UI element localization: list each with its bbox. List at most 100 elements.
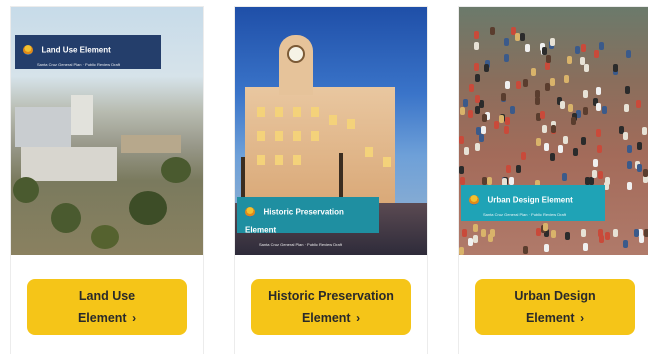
crowd-figure-shape <box>535 90 540 98</box>
crowd-figure-shape <box>505 81 510 89</box>
cover-title-banner: Urban Design Element Santa Cruz General … <box>461 185 605 221</box>
crowd-figure-shape <box>535 97 540 105</box>
crowd-figure-shape <box>474 63 479 71</box>
crowd-figure-shape <box>506 165 511 173</box>
cover-subtitle: Santa Cruz General Plan · Public Review … <box>37 62 120 67</box>
crowd-figure-shape <box>625 86 630 94</box>
crowd-figure-shape <box>473 224 478 232</box>
historic-preservation-cover-image[interactable]: Historic Preservation Element Santa Cruz… <box>235 7 427 255</box>
crowd-figure-shape <box>563 136 568 144</box>
urban-design-card: Urban Design Element Santa Cruz General … <box>458 6 648 354</box>
window-shape <box>293 131 301 141</box>
crowd-figure-shape <box>639 235 644 243</box>
crowd-figure-shape <box>580 57 585 65</box>
land-use-cover-image[interactable]: Land Use Element Santa Cruz General Plan… <box>11 7 203 255</box>
urban-design-element-button[interactable]: Urban Design Element › <box>475 279 635 335</box>
button-label-line2: Element › <box>78 307 136 329</box>
crowd-figure-shape <box>637 142 642 150</box>
window-shape <box>275 155 283 165</box>
crowd-figure-shape <box>627 182 632 190</box>
crowd-figure-shape <box>596 103 601 111</box>
crowd-figure-shape <box>462 229 467 237</box>
crowd-figure-shape <box>523 79 528 87</box>
crowd-figure-shape <box>605 232 610 240</box>
crowd-figure-shape <box>581 44 586 52</box>
building-shape <box>121 135 181 153</box>
clock-tower-shape <box>279 35 313 95</box>
crowd-figure-shape <box>627 145 632 153</box>
crowd-figure-shape <box>482 114 487 122</box>
crowd-figure-shape <box>479 134 484 142</box>
crowd-figure-shape <box>594 50 599 58</box>
crowd-figure-shape <box>504 38 509 46</box>
crowd-figure-shape <box>504 126 509 134</box>
window-shape <box>311 131 319 141</box>
window-shape <box>293 155 301 165</box>
window-shape <box>257 131 265 141</box>
window-shape <box>275 131 283 141</box>
window-shape <box>257 107 265 117</box>
crowd-figure-shape <box>544 143 549 151</box>
crowd-figure-shape <box>542 125 547 133</box>
crowd-figure-shape <box>624 104 629 112</box>
crowd-figure-shape <box>581 229 586 237</box>
crowd-figure-shape <box>596 87 601 95</box>
crowd-figure-shape <box>583 107 588 115</box>
crowd-figure-shape <box>475 74 480 82</box>
crowd-figure-shape <box>463 99 468 107</box>
crowd-figure-shape <box>623 132 628 140</box>
crowd-figure-shape <box>459 136 464 144</box>
crowd-figure-shape <box>475 95 480 103</box>
crowd-figure-shape <box>515 33 520 41</box>
crowd-figure-shape <box>593 159 598 167</box>
crowd-figure-shape <box>490 27 495 35</box>
button-label-line1: Urban Design <box>514 289 596 303</box>
crowd-figure-shape <box>565 232 570 240</box>
crowd-figure-shape <box>558 145 563 153</box>
crowd-figure-shape <box>510 106 515 114</box>
crowd-figure-shape <box>597 145 602 153</box>
crowd-figure-shape <box>505 117 510 125</box>
crowd-figure-shape <box>460 107 465 115</box>
chevron-right-icon: › <box>580 311 585 325</box>
urban-design-cover-image[interactable]: Urban Design Element Santa Cruz General … <box>459 7 648 255</box>
cover-title: Historic Preservation Element <box>245 207 344 235</box>
clock-icon <box>287 45 305 63</box>
crowd-figure-shape <box>613 64 618 72</box>
window-shape <box>311 107 319 117</box>
crowd-figure-shape <box>542 47 547 55</box>
button-label-text: Element <box>301 311 351 325</box>
crowd-figure-shape <box>459 166 464 174</box>
chevron-right-icon: › <box>132 311 137 325</box>
crowd-figure-shape <box>459 247 464 255</box>
crowd-figure-shape <box>551 230 556 238</box>
button-label-line2: Element › <box>526 307 584 329</box>
land-use-card: Land Use Element Santa Cruz General Plan… <box>10 6 204 354</box>
crowd-figure-shape <box>543 223 548 231</box>
chevron-right-icon: › <box>356 311 361 325</box>
city-logo-icon <box>245 206 255 217</box>
tree-shape <box>13 177 39 203</box>
crowd-figure-shape <box>546 55 551 63</box>
button-label-line1: Historic Preservation <box>268 289 394 303</box>
crowd-figure-shape <box>573 148 578 156</box>
crowd-figure-shape <box>509 177 514 185</box>
window-shape <box>329 115 337 125</box>
crowd-figure-shape <box>643 169 648 177</box>
historic-preservation-element-button[interactable]: Historic Preservation Element › <box>251 279 411 335</box>
crowd-figure-shape <box>564 75 569 83</box>
crowd-figure-shape <box>523 246 528 254</box>
crowd-figure-shape <box>474 31 479 39</box>
land-use-element-button[interactable]: Land Use Element › <box>27 279 187 335</box>
crowd-figure-shape <box>473 235 478 243</box>
crowd-figure-shape <box>613 229 618 237</box>
crowd-figure-shape <box>521 152 526 160</box>
crowd-figure-shape <box>598 229 603 237</box>
crowd-figure-shape <box>469 84 474 92</box>
crowd-figure-shape <box>637 164 642 172</box>
button-label-text: Element <box>77 311 127 325</box>
window-shape <box>347 119 355 129</box>
crowd-figure-shape <box>560 101 565 109</box>
cover-subtitle: Santa Cruz General Plan · Public Review … <box>483 212 566 217</box>
building-shape <box>21 147 117 181</box>
